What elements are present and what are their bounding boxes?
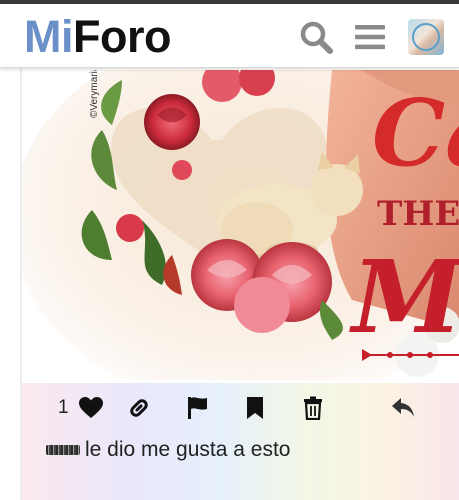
flag-icon xyxy=(188,397,207,419)
like-count[interactable]: 1 xyxy=(58,397,69,419)
post-image[interactable]: ©Verymaria Ca THE F Mo xyxy=(22,70,459,380)
liked-by-text: le dio me gusta a esto xyxy=(85,438,291,461)
logo-mi: Mi xyxy=(24,11,74,62)
heart-icon xyxy=(79,397,103,418)
image-bottom-text: Mo xyxy=(349,238,459,356)
link-icon xyxy=(130,399,148,417)
bookmark-button[interactable] xyxy=(242,392,268,424)
liked-by-row: le dio me gusta a esto xyxy=(46,435,290,465)
liker-avatar[interactable] xyxy=(46,445,80,455)
post-actions: 1 xyxy=(22,392,459,424)
reply-button[interactable] xyxy=(390,392,416,424)
image-subtitle-text: THE F xyxy=(377,194,459,234)
post-image-art: ©Verymaria Ca THE F Mo xyxy=(22,70,459,380)
image-title-text: Ca xyxy=(372,79,459,187)
trash-icon xyxy=(304,396,322,420)
bookmark-icon xyxy=(247,397,263,419)
delete-button[interactable] xyxy=(300,392,326,424)
site-logo[interactable]: MiForo xyxy=(24,11,171,63)
menu-button[interactable] xyxy=(352,19,388,55)
flag-button[interactable] xyxy=(184,392,210,424)
image-watermark: ©Verymaria xyxy=(89,70,100,118)
like-button[interactable] xyxy=(78,392,104,424)
logo-foro: Foro xyxy=(73,11,171,62)
site-header: MiForo xyxy=(0,4,459,68)
user-avatar[interactable] xyxy=(408,19,444,55)
reply-icon xyxy=(392,398,414,417)
search-button[interactable] xyxy=(298,19,334,55)
copy-link-button[interactable] xyxy=(126,392,152,424)
hamburger-menu-icon xyxy=(355,25,385,50)
avatar-ring xyxy=(412,23,440,51)
search-icon xyxy=(300,21,333,54)
